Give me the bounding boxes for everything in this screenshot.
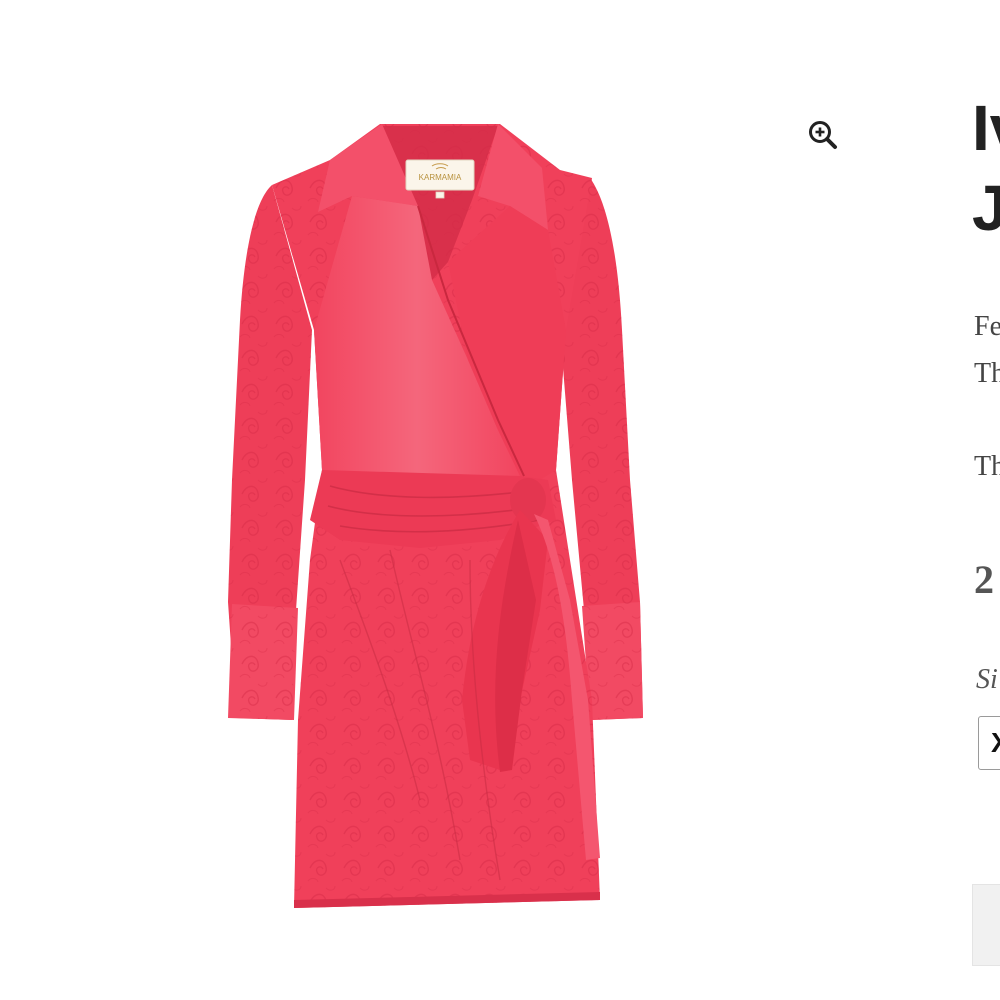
product-image[interactable]: KARMAMIA [210,110,660,930]
product-description: Fe Th Th [974,303,1000,490]
size-label: Si [976,664,998,695]
description-line-3: Th [974,451,1000,482]
zoom-in-icon[interactable] [806,118,840,152]
product-price: 2 [974,557,994,602]
product-title-line-1: Iv [972,92,1000,164]
product-title-line-2: J [972,172,1000,244]
product-gallery: KARMAMIA [0,0,870,1000]
description-line-2: Th [974,358,1000,389]
description-line-1: Fe [974,311,1000,342]
size-option-button[interactable]: X [978,716,1000,770]
product-title: Iv J [972,88,1000,248]
product-page: KARMAMIA Iv J Fe Th Th 2 Si X [0,0,1000,1000]
brand-label-text: KARMAMIA [419,173,462,182]
product-summary: Iv J Fe Th Th 2 Si X [972,0,1000,1000]
add-to-cart-button[interactable] [972,884,1000,966]
